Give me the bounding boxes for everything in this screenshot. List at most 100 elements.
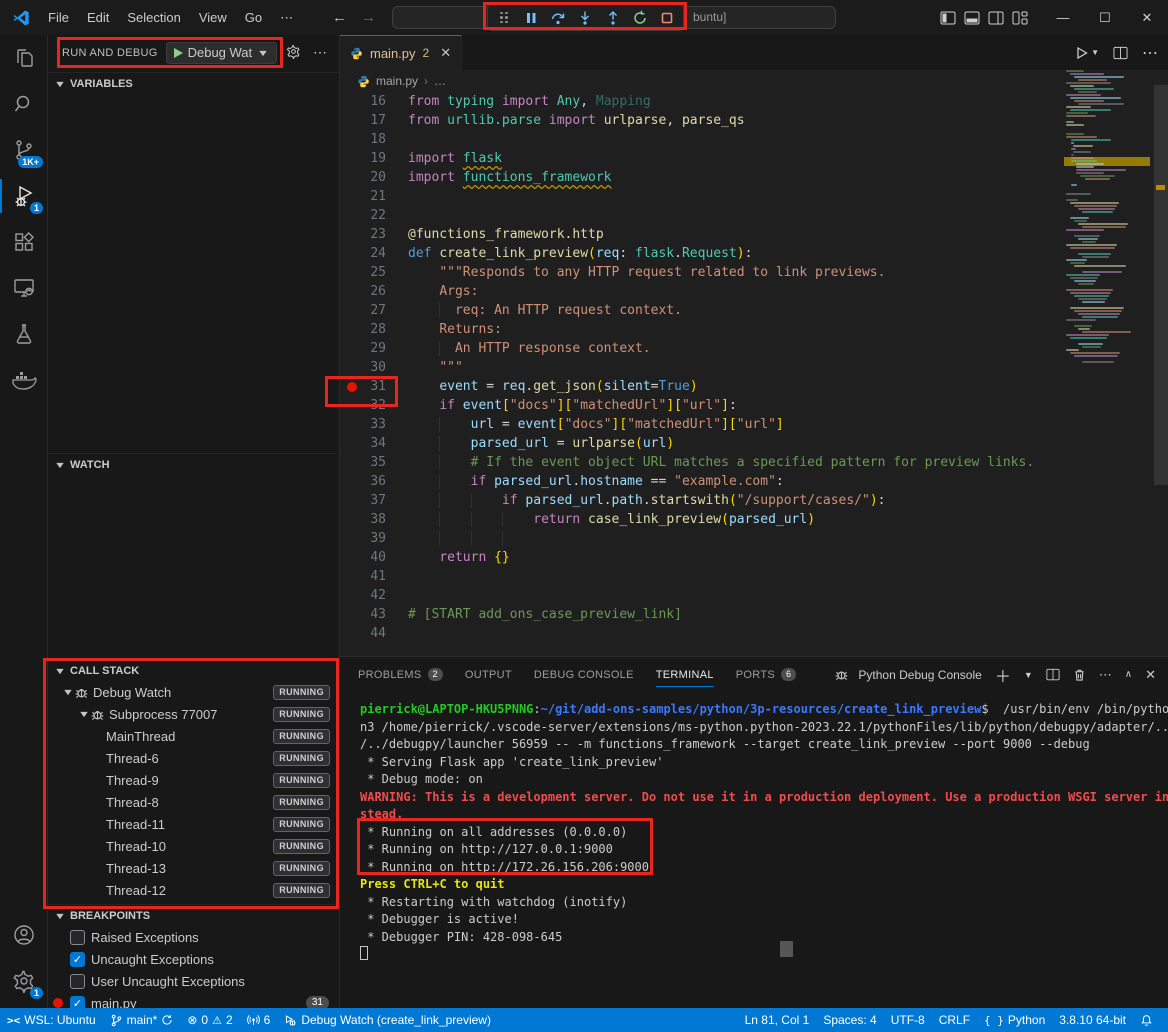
breadcrumb-symbol[interactable]: … (434, 74, 446, 88)
call-stack-row[interactable]: Thread-12RUNNING (48, 879, 339, 901)
restart-icon[interactable] (628, 7, 652, 28)
breakpoint-row[interactable]: Raised Exceptions (48, 926, 339, 948)
gutter[interactable]: 23 (340, 225, 408, 244)
editor-more-actions-icon[interactable]: ⋯ (1142, 43, 1158, 63)
gutter[interactable]: 36 (340, 472, 408, 491)
gutter[interactable]: 43 (340, 605, 408, 624)
gutter[interactable]: 18 (340, 130, 408, 149)
breakpoint-row[interactable]: ✓Uncaught Exceptions (48, 948, 339, 970)
gutter[interactable]: 24 (340, 244, 408, 263)
customize-layout-icon[interactable] (1012, 11, 1028, 25)
cursor-position[interactable]: Ln 81, Col 1 (738, 1008, 817, 1032)
gutter[interactable]: 26 (340, 282, 408, 301)
call-stack-section-header[interactable]: ▼CALL STACK (48, 659, 339, 681)
panel-tab-ports[interactable]: PORTS6 (728, 657, 805, 692)
language-mode[interactable]: { } Python (977, 1008, 1052, 1032)
debug-session-status[interactable]: Debug Watch (create_link_preview) (277, 1008, 498, 1032)
call-stack-row[interactable]: MainThreadRUNNING (48, 725, 339, 747)
gutter[interactable]: 41 (340, 567, 408, 586)
gutter[interactable]: 21 (340, 187, 408, 206)
panel-tab-terminal[interactable]: TERMINAL (648, 657, 722, 692)
run-and-debug-icon[interactable]: 1 (0, 173, 48, 219)
call-stack-row[interactable]: Thread-11RUNNING (48, 813, 339, 835)
gutter[interactable]: 39 (340, 529, 408, 548)
menu-edit[interactable]: Edit (79, 6, 117, 29)
notifications-bell[interactable] (1133, 1008, 1160, 1032)
panel-tab-debug-console[interactable]: DEBUG CONSOLE (526, 657, 642, 692)
gutter[interactable]: 20 (340, 168, 408, 187)
maximize-button[interactable]: ☐ (1084, 0, 1126, 35)
gutter[interactable]: 29 (340, 339, 408, 358)
gutter[interactable]: 40 (340, 548, 408, 567)
git-branch-status[interactable]: main* (103, 1008, 181, 1032)
call-stack-row[interactable]: Thread-10RUNNING (48, 835, 339, 857)
breakpoints-section-header[interactable]: ▼BREAKPOINTS (48, 904, 339, 926)
toolbar-drag-handle[interactable] (492, 7, 516, 28)
breakpoint-checkbox[interactable]: ✓ (70, 952, 85, 967)
more-actions-icon[interactable]: ⋯ (313, 44, 327, 61)
menu-selection[interactable]: Selection (119, 6, 188, 29)
eol-sequence[interactable]: CRLF (932, 1008, 977, 1032)
gutter[interactable]: 42 (340, 586, 408, 605)
call-stack-row[interactable]: Thread-9RUNNING (48, 769, 339, 791)
menu-file[interactable]: File (40, 6, 77, 29)
breakpoint-checkbox[interactable] (70, 974, 85, 989)
gutter[interactable]: 33 (340, 415, 408, 434)
toggle-secondary-sidebar-icon[interactable] (988, 11, 1004, 25)
breakpoint-dot[interactable] (347, 382, 357, 392)
accounts-icon[interactable] (0, 912, 48, 958)
call-stack-row[interactable]: Thread-8RUNNING (48, 791, 339, 813)
back-arrow-icon[interactable]: ← (332, 9, 347, 26)
search-icon[interactable] (0, 81, 48, 127)
gutter[interactable]: 19 (340, 149, 408, 168)
gutter[interactable]: 22 (340, 206, 408, 225)
testing-icon[interactable] (0, 311, 48, 357)
stop-icon[interactable] (655, 7, 679, 28)
call-stack-row[interactable]: Thread-13RUNNING (48, 857, 339, 879)
gutter[interactable]: 32 (340, 396, 408, 415)
docker-icon[interactable] (0, 357, 48, 403)
gutter[interactable]: 25 (340, 263, 408, 282)
close-button[interactable]: ✕ (1126, 0, 1168, 35)
indentation[interactable]: Spaces: 4 (816, 1008, 883, 1032)
manage-gear-icon[interactable]: 1 (0, 958, 48, 1004)
forward-arrow-icon[interactable]: → (361, 9, 376, 26)
panel-tab-output[interactable]: OUTPUT (457, 657, 520, 692)
source-control-icon[interactable]: 1K+ (0, 127, 48, 173)
step-into-icon[interactable] (573, 7, 597, 28)
gutter[interactable]: 27 (340, 301, 408, 320)
terminal-dropdown-icon[interactable]: ▼ (1024, 670, 1033, 680)
call-stack-row[interactable]: Thread-6RUNNING (48, 747, 339, 769)
terminal-output[interactable]: pierrick@LAPTOP-HKU5PNNG:~/git/add-ons-s… (360, 701, 1158, 1008)
close-panel-icon[interactable]: ✕ (1145, 667, 1156, 683)
problems-status[interactable]: ⊗ 0 ⚠ 2 (180, 1008, 239, 1032)
encoding[interactable]: UTF-8 (884, 1008, 932, 1032)
tab-close-icon[interactable]: ✕ (440, 45, 451, 61)
breadcrumb[interactable]: main.py › … (340, 70, 1168, 92)
call-stack-row[interactable]: ▼Subprocess 77007RUNNING (48, 703, 339, 725)
minimap[interactable] (1064, 68, 1152, 656)
editor-scrollbar-thumb[interactable] (1154, 85, 1168, 485)
new-terminal-icon[interactable]: ＋ (995, 663, 1011, 687)
gutter[interactable]: 34 (340, 434, 408, 453)
run-python-file-icon[interactable]: ▼ (1075, 46, 1099, 60)
gutter[interactable]: 31 (340, 377, 408, 396)
extensions-icon[interactable] (0, 219, 48, 265)
panel-more-actions-icon[interactable]: ⋯ (1099, 667, 1112, 683)
remote-explorer-icon[interactable] (0, 265, 48, 311)
gutter[interactable]: 28 (340, 320, 408, 339)
split-editor-icon[interactable] (1113, 46, 1128, 60)
menu-go[interactable]: Go (237, 6, 270, 29)
toggle-sidebar-icon[interactable] (940, 11, 956, 25)
step-out-icon[interactable] (601, 7, 625, 28)
breakpoint-row[interactable]: User Uncaught Exceptions (48, 970, 339, 992)
gear-icon[interactable] (286, 44, 301, 59)
step-over-icon[interactable] (546, 7, 570, 28)
minimize-button[interactable]: — (1042, 0, 1084, 35)
variables-section-header[interactable]: ▼VARIABLES (48, 72, 339, 94)
launch-config-dropdown[interactable]: Debug Wat ▼ (166, 42, 278, 64)
menu-more[interactable]: ⋯ (272, 6, 301, 30)
gutter[interactable]: 17 (340, 111, 408, 130)
breakpoint-row[interactable]: ✓main.py31 (48, 992, 339, 1008)
watch-section-header[interactable]: ▼WATCH (48, 453, 339, 475)
